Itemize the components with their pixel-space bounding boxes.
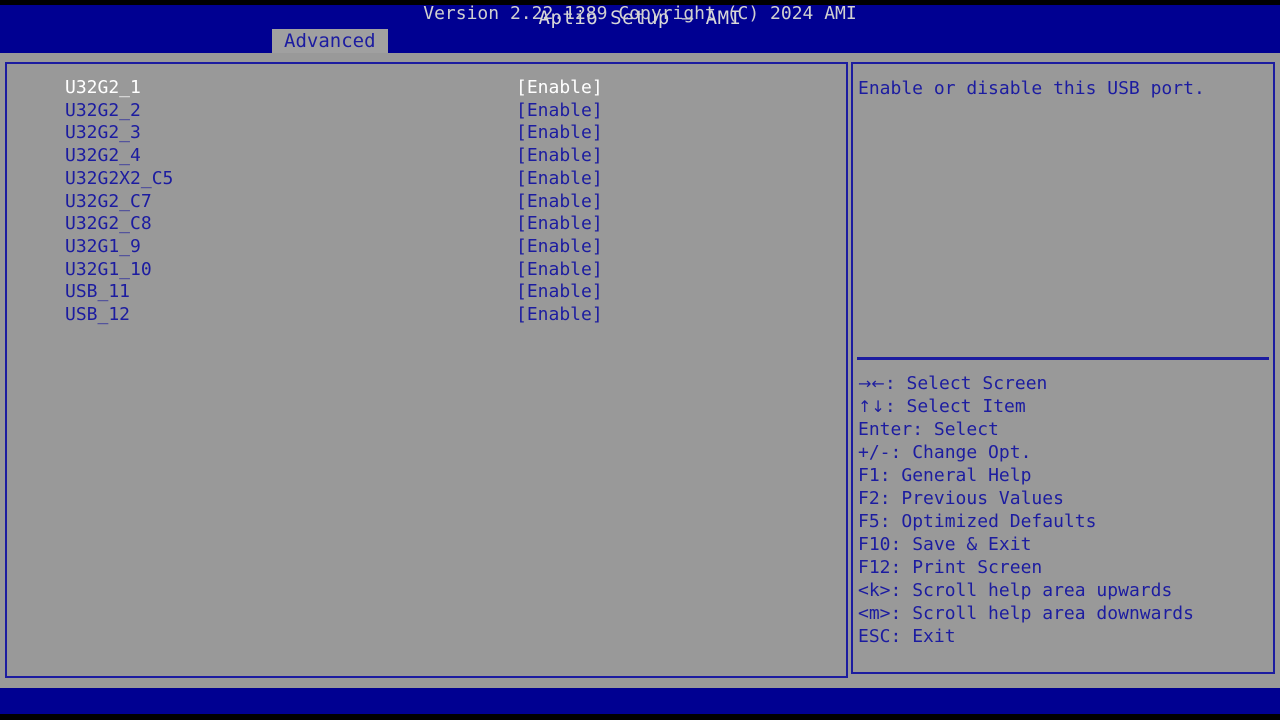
help-action: Select Screen — [906, 373, 1048, 394]
setting-value[interactable]: [Enable] — [516, 144, 603, 167]
setting-label: U32G2_4 — [65, 145, 141, 167]
help-key: F2 — [858, 488, 880, 509]
help-key-row: Enter: Select — [858, 418, 1270, 441]
help-key-row: <m>: Scroll help area downwards — [858, 602, 1270, 625]
tab-advanced[interactable]: Advanced — [272, 29, 388, 53]
help-key: F1 — [858, 465, 880, 486]
setting-label: U32G2_C7 — [65, 190, 152, 212]
help-separator-text: : — [879, 511, 902, 532]
setting-value[interactable]: [Enable] — [516, 190, 603, 213]
help-key: ESC — [858, 626, 891, 647]
help-key: Enter — [858, 419, 913, 440]
footer-band — [0, 688, 1280, 714]
help-action: Change Opt. — [912, 442, 1032, 463]
setting-value[interactable]: [Enable] — [516, 99, 603, 122]
setting-value[interactable]: [Enable] — [516, 76, 603, 99]
help-key: F12 — [858, 557, 891, 578]
setting-value[interactable]: [Enable] — [516, 303, 603, 326]
setting-row[interactable]: U32G2_1 [Enable] — [7, 76, 846, 99]
help-panel: Enable or disable this USB port. →←: Sel… — [851, 62, 1275, 674]
bios-setup-screen: Aptio Setup – AMI Advanced U32G2_1 [Enabl… — [0, 0, 1280, 720]
help-action: Print Screen — [912, 557, 1043, 578]
help-key: <m> — [858, 603, 891, 624]
help-key-row: F1: General Help — [858, 464, 1270, 487]
settings-panel: U32G2_1 [Enable] U32G2_2 [Enable] U32G2_3 [En… — [5, 62, 848, 678]
help-separator-text: : — [879, 488, 902, 509]
help-key-row: ESC: Exit — [858, 625, 1270, 648]
help-action: Previous Values — [901, 488, 1064, 509]
help-separator-text: : — [890, 442, 913, 463]
help-key-row: F5: Optimized Defaults — [858, 510, 1270, 533]
help-key-row: F2: Previous Values — [858, 487, 1270, 510]
setting-label: USB_11 — [65, 281, 131, 303]
setting-row[interactable]: U32G2_4 [Enable] — [7, 144, 846, 167]
setting-row[interactable]: U32G1_10 [Enable] — [7, 258, 846, 281]
setting-value[interactable]: [Enable] — [516, 121, 603, 144]
help-action: Scroll help area downwards — [912, 603, 1194, 624]
help-action: Save & Exit — [912, 534, 1032, 555]
setting-label: U32G2X2_C5 — [65, 167, 174, 189]
arrow-keys-icon: →← — [858, 374, 885, 393]
help-separator-text: : — [912, 419, 934, 440]
setting-label: U32G1_9 — [65, 235, 141, 257]
setting-row[interactable]: U32G2_C7 [Enable] — [7, 190, 846, 213]
tab-strip: Advanced — [272, 29, 388, 53]
help-separator-text: : — [890, 557, 913, 578]
setting-value[interactable]: [Enable] — [516, 212, 603, 235]
help-key-row: F10: Save & Exit — [858, 533, 1270, 556]
setting-label: USB_12 — [65, 304, 131, 325]
help-separator-text: : — [890, 626, 913, 647]
setting-row[interactable]: USB_12 [Enable] — [7, 303, 846, 326]
help-action: Exit — [912, 626, 956, 647]
setting-value[interactable]: [Enable] — [516, 280, 603, 303]
setting-row[interactable]: U32G2_C8 [Enable] — [7, 212, 846, 235]
help-action: Select — [933, 419, 999, 440]
setting-row[interactable]: U32G2_3 [Enable] — [7, 121, 846, 144]
setting-value[interactable]: [Enable] — [516, 235, 603, 258]
help-key-list: →←: Select Screen ↑↓: Select Item Enter: S… — [858, 372, 1270, 648]
setting-row[interactable]: U32G2X2_C5 [Enable] — [7, 167, 846, 190]
setting-value[interactable]: [Enable] — [516, 167, 603, 190]
help-separator-text: : — [879, 465, 902, 486]
help-separator — [857, 357, 1269, 360]
help-action: Select Item — [906, 396, 1026, 417]
arrow-keys-icon: ↑↓ — [858, 397, 885, 416]
help-separator-text: : — [884, 373, 907, 394]
setting-row[interactable]: U32G1_9 [Enable] — [7, 235, 846, 258]
setting-row[interactable]: USB_11 [Enable] — [7, 280, 846, 303]
setting-value[interactable]: [Enable] — [516, 258, 603, 281]
help-separator-text: : — [890, 534, 913, 555]
help-key-row: F12: Print Screen — [858, 556, 1270, 579]
help-action: Scroll help area upwards — [912, 580, 1173, 601]
help-key: F10 — [858, 534, 891, 555]
help-key-row: →←: Select Screen — [858, 372, 1270, 395]
setting-label: U32G2_C8 — [65, 213, 152, 235]
help-action: General Help — [901, 465, 1032, 486]
help-key: +/- — [858, 442, 891, 463]
help-separator-text: : — [884, 396, 907, 417]
setting-label: U32G2_3 — [65, 122, 141, 144]
help-separator-text: : — [890, 580, 913, 601]
setting-row[interactable]: U32G2_2 [Enable] — [7, 99, 846, 122]
help-action: Optimized Defaults — [901, 511, 1097, 532]
tab-label: Advanced — [284, 30, 376, 52]
help-key: <k> — [858, 580, 891, 601]
help-key-row: ↑↓: Select Item — [858, 395, 1270, 418]
setting-label: U32G2_2 — [65, 99, 141, 121]
setting-label: U32G2_1 — [65, 77, 141, 98]
help-description: Enable or disable this USB port. — [858, 78, 1205, 99]
help-separator-text: : — [890, 603, 913, 624]
setting-label: U32G1_10 — [65, 258, 152, 280]
help-key: F5 — [858, 511, 880, 532]
version-copyright: Version 2.22.1289 Copyright (C) 2024 AMI — [423, 3, 857, 24]
help-key-row: +/-: Change Opt. — [858, 441, 1270, 464]
help-key-row: <k>: Scroll help area upwards — [858, 579, 1270, 602]
